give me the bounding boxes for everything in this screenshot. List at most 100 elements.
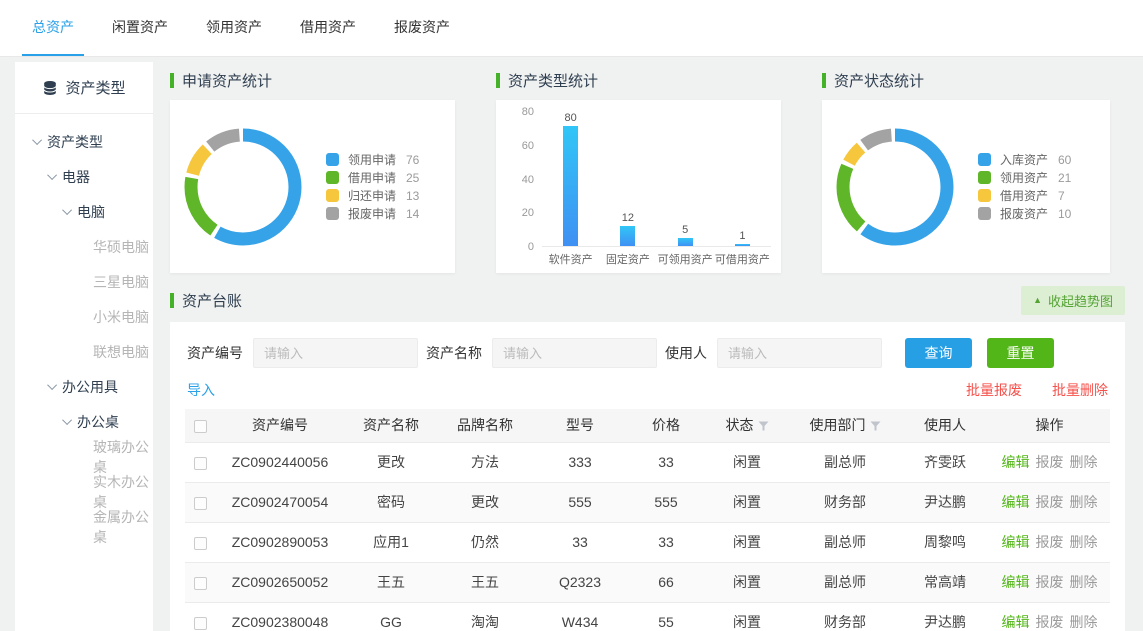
filter-group-资产编号: 资产编号 bbox=[187, 338, 418, 368]
scrap-action-link[interactable]: 报废 bbox=[1036, 574, 1064, 590]
scrap-action-link[interactable]: 报废 bbox=[1036, 494, 1064, 510]
type-stats-card: 020406080801251软件资产固定资产可领用资产可借用资产 bbox=[496, 100, 781, 273]
tree-item-label: 实木办公桌 bbox=[93, 472, 153, 512]
tree-item-电器[interactable]: 电器 bbox=[15, 159, 153, 194]
column-filter-icon[interactable] bbox=[870, 421, 881, 431]
tree-item-办公桌[interactable]: 办公桌 bbox=[15, 404, 153, 439]
tree-item-华硕电脑[interactable]: 华硕电脑 bbox=[15, 229, 153, 264]
tree-item-label: 金属办公桌 bbox=[93, 507, 153, 547]
delete-action-link[interactable]: 删除 bbox=[1070, 494, 1098, 510]
legend-swatch bbox=[978, 153, 991, 166]
tab-总资产[interactable]: 总资产 bbox=[22, 0, 84, 56]
reset-button[interactable]: 重置 bbox=[987, 338, 1054, 368]
column-header-资产名称: 资产名称 bbox=[345, 409, 437, 442]
filter-group-使用人: 使用人 bbox=[665, 338, 882, 368]
column-header-状态: 状态 bbox=[705, 409, 789, 442]
bar-category-可借用资产: 可借用资产 bbox=[714, 251, 771, 267]
import-link[interactable]: 导入 bbox=[187, 380, 215, 400]
tab-借用资产[interactable]: 借用资产 bbox=[290, 0, 366, 56]
cell-actions: 编辑报废删除 bbox=[989, 522, 1110, 562]
delete-action-link[interactable]: 删除 bbox=[1070, 454, 1098, 470]
tree-item-资产类型[interactable]: 资产类型 bbox=[15, 124, 153, 159]
bar-column-固定资产: 12 bbox=[599, 112, 656, 246]
batch-scrap-link[interactable]: 批量报废 bbox=[966, 380, 1022, 400]
legend-value: 25 bbox=[406, 171, 419, 185]
tree-item-电脑[interactable]: 电脑 bbox=[15, 194, 153, 229]
row-checkbox[interactable] bbox=[194, 577, 207, 590]
row-checkbox[interactable] bbox=[194, 497, 207, 510]
tree-item-小米电脑[interactable]: 小米电脑 bbox=[15, 299, 153, 334]
filter-input-资产编号[interactable] bbox=[253, 338, 418, 368]
tab-报废资产[interactable]: 报废资产 bbox=[384, 0, 460, 56]
cell-actions: 编辑报废删除 bbox=[989, 602, 1110, 631]
scrap-action-link[interactable]: 报废 bbox=[1036, 614, 1064, 630]
tree-item-实木办公桌[interactable]: 实木办公桌 bbox=[15, 474, 153, 509]
cell-name: 王五 bbox=[345, 562, 437, 602]
apply-stats-card: 领用申请76借用申请25归还申请13报废申请14 bbox=[170, 100, 455, 273]
column-header-资产编号: 资产编号 bbox=[215, 409, 345, 442]
cell-brand: 仍然 bbox=[437, 522, 533, 562]
delete-action-link[interactable]: 删除 bbox=[1070, 574, 1098, 590]
select-all-checkbox[interactable] bbox=[194, 420, 207, 433]
title-accent-bar bbox=[496, 73, 500, 88]
chart-title: 资产状态统计 bbox=[834, 70, 924, 91]
row-checkbox[interactable] bbox=[194, 537, 207, 550]
cell-name: 更改 bbox=[345, 442, 437, 482]
edit-action-link[interactable]: 编辑 bbox=[1002, 614, 1030, 630]
query-button[interactable]: 查询 bbox=[905, 338, 972, 368]
bar-可领用资产 bbox=[678, 238, 693, 246]
cell-user: 常高靖 bbox=[901, 562, 989, 602]
cell-name: 密码 bbox=[345, 482, 437, 522]
column-filter-icon[interactable] bbox=[758, 421, 769, 431]
cell-actions: 编辑报废删除 bbox=[989, 442, 1110, 482]
filter-input-使用人[interactable] bbox=[717, 338, 882, 368]
legend-label: 借用资产 bbox=[1000, 187, 1058, 204]
row-checkbox-cell bbox=[185, 602, 215, 631]
cell-name: GG bbox=[345, 602, 437, 631]
cell-actions: 编辑报废删除 bbox=[989, 482, 1110, 522]
filter-label: 资产名称 bbox=[426, 343, 482, 363]
delete-action-link[interactable]: 删除 bbox=[1070, 614, 1098, 630]
legend-item-报废申请: 报废申请14 bbox=[326, 205, 419, 223]
cell-department: 财务部 bbox=[789, 482, 901, 522]
legend-label: 报废资产 bbox=[1000, 205, 1058, 222]
legend-value: 13 bbox=[406, 189, 419, 203]
tree-item-玻璃办公桌[interactable]: 玻璃办公桌 bbox=[15, 439, 153, 474]
bar-value-label: 80 bbox=[565, 112, 577, 124]
legend-item-归还申请: 归还申请13 bbox=[326, 187, 419, 205]
batch-delete-link[interactable]: 批量删除 bbox=[1052, 380, 1108, 400]
edit-action-link[interactable]: 编辑 bbox=[1002, 534, 1030, 550]
filter-input-资产名称[interactable] bbox=[492, 338, 657, 368]
row-checkbox[interactable] bbox=[194, 457, 207, 470]
cell-code: ZC0902890053 bbox=[215, 522, 345, 562]
edit-action-link[interactable]: 编辑 bbox=[1002, 494, 1030, 510]
scrap-action-link[interactable]: 报废 bbox=[1036, 534, 1064, 550]
tree-item-联想电脑[interactable]: 联想电脑 bbox=[15, 334, 153, 369]
chevron-down-icon bbox=[62, 205, 72, 215]
tree-item-办公用具[interactable]: 办公用具 bbox=[15, 369, 153, 404]
delete-action-link[interactable]: 删除 bbox=[1070, 534, 1098, 550]
header-checkbox-cell bbox=[185, 409, 215, 442]
ledger-title-text: 资产台账 bbox=[182, 290, 242, 311]
tree-item-label: 华硕电脑 bbox=[93, 237, 149, 257]
cell-price: 33 bbox=[627, 522, 705, 562]
bar-category-可领用资产: 可领用资产 bbox=[657, 251, 714, 267]
cell-status: 闲置 bbox=[705, 522, 789, 562]
bar-column-软件资产: 80 bbox=[542, 112, 599, 246]
tree-item-金属办公桌[interactable]: 金属办公桌 bbox=[15, 509, 153, 544]
column-header-型号: 型号 bbox=[533, 409, 627, 442]
tab-领用资产[interactable]: 领用资产 bbox=[196, 0, 272, 56]
bar-软件资产 bbox=[563, 126, 578, 246]
cell-brand: 王五 bbox=[437, 562, 533, 602]
cell-code: ZC0902470054 bbox=[215, 482, 345, 522]
tree-item-三星电脑[interactable]: 三星电脑 bbox=[15, 264, 153, 299]
tab-闲置资产[interactable]: 闲置资产 bbox=[102, 0, 178, 56]
row-checkbox[interactable] bbox=[194, 617, 207, 630]
scrap-action-link[interactable]: 报废 bbox=[1036, 454, 1064, 470]
row-checkbox-cell bbox=[185, 442, 215, 482]
edit-action-link[interactable]: 编辑 bbox=[1002, 454, 1030, 470]
legend-item-领用资产: 领用资产21 bbox=[978, 169, 1071, 187]
table-row: ZC0902890053应用1仍然3333闲置副总师周黎鸣编辑报废删除 bbox=[185, 522, 1110, 562]
collapse-trend-button[interactable]: ▲ 收起趋势图 bbox=[1021, 286, 1125, 315]
edit-action-link[interactable]: 编辑 bbox=[1002, 574, 1030, 590]
